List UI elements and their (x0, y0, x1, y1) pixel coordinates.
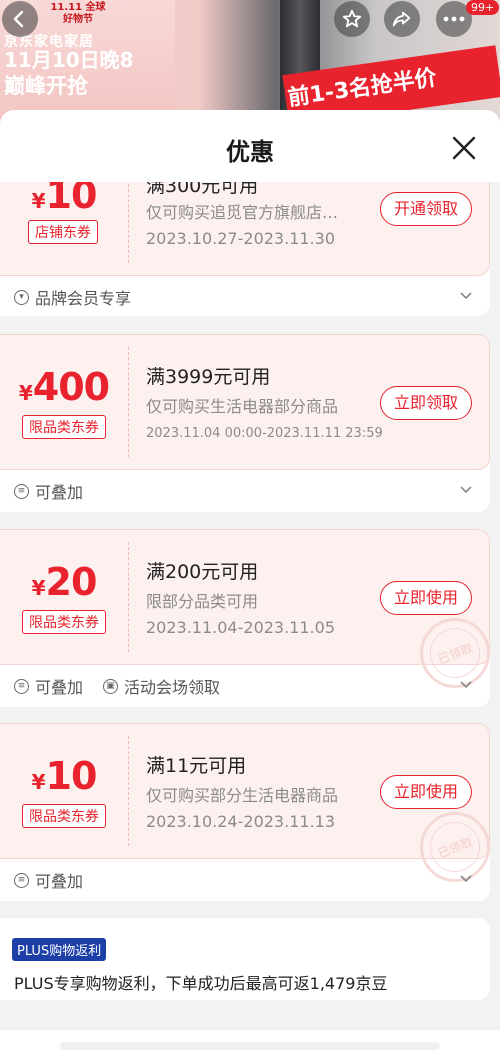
chevron-down-icon[interactable] (458, 870, 474, 886)
stackable-label: ≡ 可叠加 (14, 860, 83, 900)
message-count-badge: 99+ (466, 0, 500, 15)
coupon-footer[interactable]: ▾ 品牌会员专享 (0, 277, 490, 316)
coupon-card: 已领取 ¥20 限品类东券 满200元可用 限部分品类可用 2023.11.04… (0, 529, 490, 707)
coupon-scope: 仅可购买追觅官方旗舰店… (146, 203, 339, 222)
stack-icon: ≡ (14, 872, 29, 888)
close-icon[interactable] (450, 134, 478, 162)
back-button[interactable] (2, 1, 38, 37)
plus-badge: PLUS购物返利 (12, 938, 107, 961)
coupon-type-tag: 店铺东券 (28, 220, 98, 244)
venue-icon: ▣ (103, 678, 118, 694)
coupon-action-button[interactable]: 立即领取 (380, 386, 472, 420)
promo-slogan-text: 巅峰开抢 (4, 74, 88, 98)
stackable-label: ≡ 可叠加 (14, 666, 83, 706)
coupon-validity: 2023.11.04-2023.11.05 (146, 618, 335, 637)
coupon-type-tag: 限品类东券 (22, 804, 106, 828)
plus-rebate-text: PLUS专享购物返利，下单成功后最高可返1,479京豆 (14, 974, 388, 993)
coupon-type-tag: 限品类东券 (22, 415, 106, 439)
chevron-down-icon[interactable] (458, 676, 474, 692)
coupon-amount: ¥10 (31, 754, 98, 798)
chevron-down-icon[interactable] (458, 287, 474, 303)
coupon-footer[interactable]: ≡ 可叠加 (0, 860, 490, 900)
coupon-action-button[interactable]: 立即使用 (380, 775, 472, 809)
coupon-amount: ¥400 (18, 365, 110, 409)
coupon-validity: 2023.10.27-2023.11.30 (146, 229, 335, 248)
more-icon (443, 16, 465, 22)
coupon-sheet: 优惠 ¥10 店铺东券 满300元可用 仅可购买追觅官方旗舰店… 2023.10… (0, 110, 500, 1053)
brand-member-label: ▾ 品牌会员专享 (14, 277, 131, 316)
sheet-title: 优惠 (226, 138, 274, 166)
coupon-body: ¥400 限品类东券 满3999元可用 仅可购买生活电器部分商品 2023.11… (0, 334, 490, 470)
brand-member-icon: ▾ (14, 289, 29, 305)
bottom-fade (0, 1030, 500, 1053)
coupon-condition: 满3999元可用 (146, 366, 271, 388)
sheet-header: 优惠 (0, 110, 500, 182)
coupon-body: 已领取 ¥10 限品类东券 满11元可用 仅可购买部分生活电器商品 2023.1… (0, 723, 490, 882)
share-icon (392, 11, 411, 27)
coupon-action-button[interactable]: 开通领取 (380, 192, 472, 226)
venue-claim-label: ▣ 活动会场领取 (103, 666, 220, 706)
star-icon (342, 9, 362, 28)
share-button[interactable] (384, 1, 420, 37)
stack-icon: ≡ (14, 678, 29, 694)
coupon-validity: 2023.11.04 00:00-2023.11.11 23:59 (146, 426, 383, 441)
coupon-card: 已领取 ¥10 限品类东券 满11元可用 仅可购买部分生活电器商品 2023.1… (0, 723, 490, 901)
plus-rebate-card[interactable]: PLUS购物返利 PLUS专享购物返利，下单成功后最高可返1,479京豆 (0, 918, 490, 1000)
back-icon (13, 10, 24, 28)
stack-icon: ≡ (14, 483, 29, 499)
coupon-card: ¥400 限品类东券 满3999元可用 仅可购买生活电器部分商品 2023.11… (0, 334, 490, 512)
coupon-footer[interactable]: ≡ 可叠加 ▣ 活动会场领取 (0, 666, 490, 706)
chevron-down-icon[interactable] (458, 481, 474, 497)
coupon-condition: 满200元可用 (146, 561, 259, 583)
promo-date-text: 11月10日晚8 (4, 48, 134, 72)
stackable-label: ≡ 可叠加 (14, 471, 83, 511)
coupon-amount: ¥20 (31, 560, 98, 604)
coupon-body: 已领取 ¥20 限品类东券 满200元可用 限部分品类可用 2023.11.04… (0, 529, 490, 688)
coupon-action-button[interactable]: 立即使用 (380, 581, 472, 615)
coupon-scope: 仅可购买生活电器部分商品 (146, 397, 339, 416)
coupon-scope: 仅可购买部分生活电器商品 (146, 786, 339, 805)
festival-tag: 11.11 全球好物节 (50, 2, 106, 25)
favorite-button[interactable] (334, 1, 370, 37)
coupon-scope: 限部分品类可用 (146, 592, 259, 611)
coupon-condition: 满11元可用 (146, 755, 247, 777)
coupon-type-tag: 限品类东券 (22, 610, 106, 634)
coupon-footer[interactable]: ≡ 可叠加 (0, 471, 490, 511)
coupon-validity: 2023.10.24-2023.11.13 (146, 812, 335, 831)
